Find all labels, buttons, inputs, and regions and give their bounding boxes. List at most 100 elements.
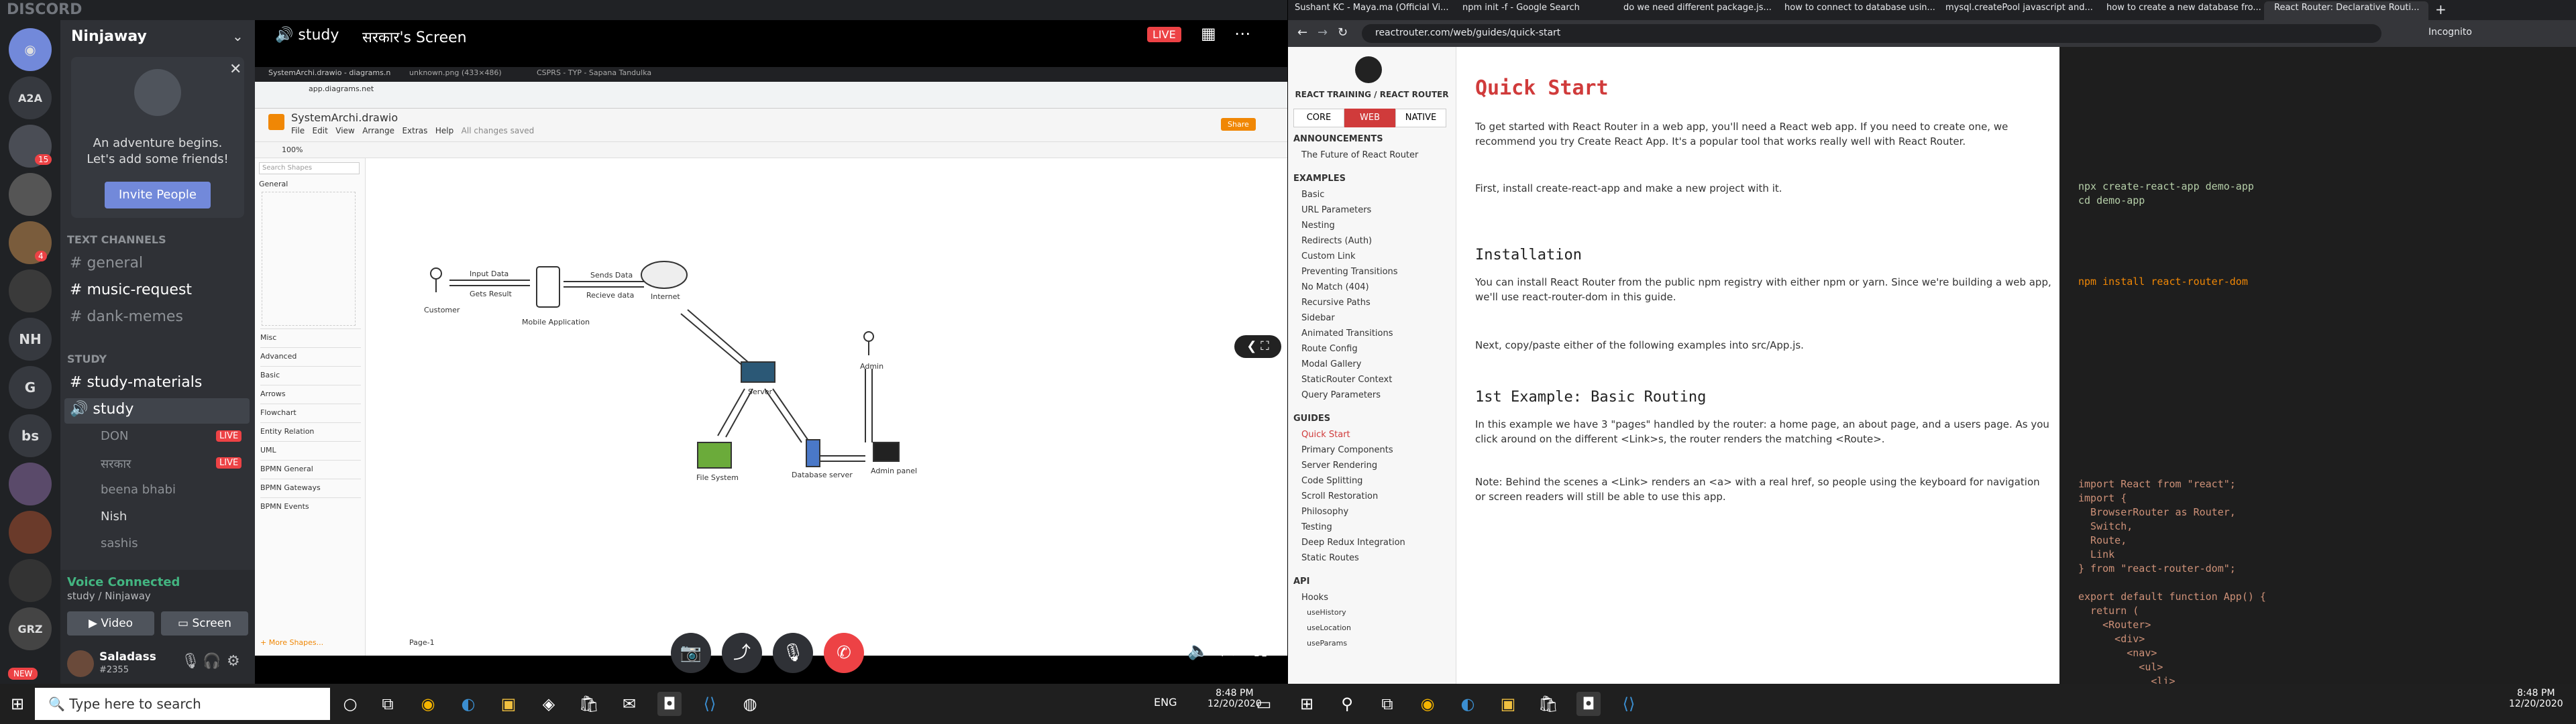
new-tab-icon[interactable]: + [2435,1,2447,17]
channel-study-materials[interactable]: # study-materials [70,374,202,391]
shape-category[interactable]: Entity Relation [260,422,361,441]
voice-user[interactable]: Nish [101,509,127,524]
app-icon[interactable]: ◍ [738,692,762,716]
video-button[interactable]: ▶ Video [67,611,154,636]
zoom-level[interactable]: 100% [255,142,1287,158]
channel-general[interactable]: # general [70,255,143,272]
home-button[interactable]: ◉ [9,28,52,71]
app-icon[interactable]: ◈ [537,692,561,716]
node-file-system[interactable]: File System [696,473,739,482]
shape-category[interactable]: BPMN Events [260,497,361,516]
sidebar-item[interactable]: Redirects (Auth) [1301,236,1372,246]
server-icon[interactable] [9,559,52,602]
clock[interactable]: 8:48 PM 12/20/2020 [2509,688,2563,709]
collapse-panel-button[interactable]: ❮ ⛶ [1234,335,1281,358]
shape-category[interactable]: Misc [260,328,361,347]
sidebar-item[interactable]: URL Parameters [1301,205,1371,215]
shape-category[interactable]: UML [260,441,361,460]
sidebar-item[interactable]: The Future of React Router [1301,150,1418,160]
camera-button[interactable]: 📷 [671,633,711,673]
server-icon[interactable]: A2A [9,76,52,119]
mic-button[interactable]: 🎙 [773,633,813,673]
sidebar-item[interactable]: Code Splitting [1301,476,1362,486]
voice-user[interactable]: sashis [101,536,138,550]
mail-icon[interactable]: ✉ [617,692,641,716]
node-customer[interactable]: Customer [424,306,460,314]
category-text-channels[interactable]: TEXT CHANNELS [67,233,166,246]
screen-share-button[interactable]: ⤴ [722,633,762,673]
server-icon[interactable]: G [9,366,52,409]
menu-help[interactable]: Help [435,126,453,135]
shape-grid[interactable] [262,192,356,326]
shape-category[interactable]: Arrows [260,385,361,404]
disconnect-button[interactable]: ✆ [824,633,864,673]
sidebar-item[interactable]: Primary Components [1301,445,1393,455]
discord-taskbar-icon[interactable]: ◘ [657,692,682,716]
notification-icon[interactable]: ▭ [1252,692,1276,716]
voice-channel-study[interactable]: 🔊 study [70,401,133,418]
gear-icon[interactable]: ⚙ [227,653,240,670]
volume-icon[interactable]: 🔈 [1187,641,1209,661]
node-internet[interactable]: Internet [651,292,680,301]
close-icon[interactable]: ✕ [229,61,241,78]
browser-tab[interactable]: mysql.createPool javascript and... [1945,3,2100,20]
store-icon[interactable]: 🛍 [1536,692,1560,716]
edge-icon[interactable]: ◐ [1456,692,1480,716]
reload-icon[interactable]: ↻ [1338,25,1348,40]
server-icon[interactable]: NH [9,318,52,361]
channel-dank-memes[interactable]: # dank-memes [70,308,183,325]
sidebar-item[interactable]: Preventing Transitions [1301,267,1398,277]
forward-icon[interactable]: → [1318,25,1328,40]
chrome-icon[interactable]: ◉ [416,692,440,716]
share-button[interactable]: Share [1221,118,1256,131]
menu-arrange[interactable]: Arrange [362,126,394,135]
more-shapes-link[interactable]: + More Shapes... [260,638,323,647]
server-icon[interactable] [9,463,52,505]
store-icon[interactable]: 🛍 [577,692,601,716]
sidebar-item[interactable]: Route Config [1301,344,1358,354]
mode-core[interactable]: CORE [1293,109,1344,127]
browser-tab[interactable]: how to create a new database fro... [2106,3,2261,20]
menu-file[interactable]: File [291,126,305,135]
browser-tab[interactable]: Sushant KC - Maya.ma (Official Vi... [1295,3,1456,20]
voice-user[interactable]: सरकार [101,456,131,472]
server-icon[interactable]: bs [9,414,52,457]
headphones-icon[interactable]: 🎧 [203,653,221,670]
channel-music-request[interactable]: # music-request [70,282,192,298]
sidebar-item[interactable]: useHistory [1307,608,1346,617]
popout-icon[interactable]: ⇱ [1221,641,1236,661]
shape-category[interactable]: Advanced [260,347,361,366]
page-tab[interactable]: Page-1 [409,638,435,647]
search-shapes-input[interactable]: Search Shapes [259,162,360,174]
sidebar-item[interactable]: useLocation [1307,623,1351,632]
browser-tab[interactable]: do we need different package.js... [1623,3,1778,20]
sidebar-item[interactable]: Modal Gallery [1301,359,1361,369]
voice-user[interactable]: DON [101,429,129,443]
node-database-server[interactable]: Database server [792,471,853,479]
node-server[interactable]: Server [748,387,773,396]
sidebar-item[interactable]: Quick Start [1301,430,1350,440]
back-icon[interactable]: ← [1297,25,1307,40]
sidebar-item[interactable]: Scroll Restoration [1301,491,1378,501]
sidebar-item[interactable]: useParams [1307,639,1347,648]
vscode-icon[interactable]: ⟨⟩ [1617,692,1641,716]
sidebar-item[interactable]: Deep Redux Integration [1301,538,1405,548]
sidebar-item[interactable]: Custom Link [1301,251,1356,261]
sidebar-item[interactable]: Animated Transitions [1301,328,1393,339]
voice-user[interactable]: beena bhabi [101,483,176,497]
shape-category[interactable]: Basic [260,366,361,385]
sidebar-item[interactable]: Testing [1301,522,1332,532]
fullscreen-icon[interactable]: ⛶ [1254,641,1267,662]
mode-web[interactable]: WEB [1344,109,1395,127]
shape-category[interactable]: BPMN Gateways [260,479,361,497]
browser-tab[interactable]: how to connect to database usin... [1784,3,1939,20]
explorer-icon[interactable]: ▣ [496,692,521,716]
cortana-icon[interactable]: ○ [338,692,362,716]
invite-people-button[interactable]: Invite People [105,182,211,208]
diagram-canvas[interactable]: Customer Mobile Application Internet Ser… [369,161,1281,630]
node-admin-panel[interactable]: Admin panel [871,467,917,475]
edge-icon[interactable]: ◐ [456,692,480,716]
shapes-general[interactable]: General [259,180,288,188]
sidebar-item[interactable]: Basic [1301,190,1324,200]
inner-address-bar[interactable]: app.diagrams.net [255,82,1287,97]
